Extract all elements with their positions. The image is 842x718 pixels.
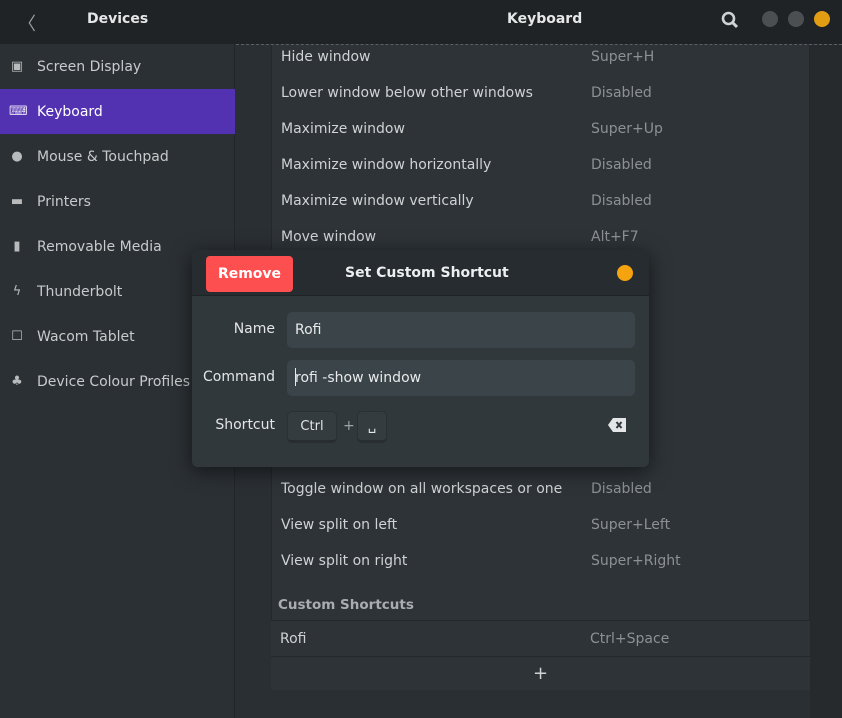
scroll-gutter [810,45,842,718]
plus-icon: + [532,663,549,684]
dialog-header: Remove Set Custom Shortcut [192,250,649,296]
maximize-button[interactable] [788,11,804,27]
media-icon: ▮ [13,239,21,254]
sidebar-item-mouse-touchpad[interactable]: ● Mouse & Touchpad [0,134,235,179]
plus-separator: + [343,418,355,434]
shortcut-row[interactable]: Maximize window Super+Up [272,111,809,147]
sidebar-item-label: Thunderbolt [37,283,123,300]
section-title: Devices [87,11,149,27]
sidebar-item-printers[interactable]: ▬ Printers [0,179,235,224]
search-icon[interactable] [720,10,740,30]
shortcut-row[interactable]: View split on right Super+Right [272,543,809,579]
dialog-title: Set Custom Shortcut [345,265,509,281]
thunderbolt-icon: ϟ [12,284,22,299]
command-input[interactable] [287,360,635,396]
shortcut-name: View split on right [281,553,408,569]
custom-shortcuts-heading: Custom Shortcuts [278,597,414,613]
dialog-close-button[interactable] [617,265,633,281]
shortcut-label: Shortcut [215,417,275,433]
shortcut-name: Maximize window horizontally [281,157,492,173]
remove-button[interactable]: Remove [206,256,293,292]
sidebar-item-label: Keyboard [37,103,103,120]
sidebar-item-label: Mouse & Touchpad [37,148,169,165]
shortcut-value: Disabled [591,481,652,497]
shortcut-name: Move window [281,229,377,245]
shortcut-value: Disabled [591,193,652,209]
keyboard-icon: ⌨ [9,104,28,119]
shortcut-name: Maximize window [281,121,405,137]
tablet-icon: ☐ [11,329,23,344]
mouse-icon: ● [11,149,23,164]
header-bar: 〈 Devices Keyboard [0,0,842,44]
shortcut-name: Rofi [280,631,307,647]
backspace-icon[interactable] [608,418,626,432]
sidebar-item-label: Removable Media [37,238,162,255]
printer-icon: ▬ [10,194,24,209]
add-shortcut-button[interactable]: + [271,656,810,690]
shortcut-row[interactable]: Lower window below other windows Disabled [272,75,809,111]
minimize-button[interactable] [762,11,778,27]
close-button[interactable] [814,11,830,27]
shortcut-value: Super+H [591,49,655,65]
shortcut-value: Super+Up [591,121,663,137]
shortcut-row[interactable]: Hide window Super+H [272,39,809,75]
custom-shortcut-row[interactable]: Rofi Ctrl+Space [271,620,810,656]
shortcut-row[interactable]: Maximize window vertically Disabled [272,183,809,219]
shortcut-name: Toggle window on all workspaces or one [281,481,563,497]
sidebar-item-label: Printers [37,193,91,210]
shortcut-name: View split on left [281,517,398,533]
sidebar-item-label: Device Colour Profiles [37,373,191,390]
shortcut-value: Alt+F7 [591,229,639,245]
display-icon: ▣ [10,59,24,74]
sidebar-item-label: Wacom Tablet [37,328,135,345]
colour-profiles-icon: ♣ [11,374,23,389]
key-ctrl[interactable]: Ctrl [287,411,337,443]
text-cursor [295,368,296,386]
shortcut-value: Disabled [591,85,652,101]
sidebar-item-screen-display[interactable]: ▣ Screen Display [0,44,235,89]
sidebar-item-label: Screen Display [37,58,142,75]
set-custom-shortcut-dialog: Remove Set Custom Shortcut Name Command … [192,250,649,467]
name-label: Name [233,321,275,337]
shortcut-name: Lower window below other windows [281,85,533,101]
chevron-left-icon[interactable]: 〈 [18,10,36,36]
page-title: Keyboard [507,11,583,27]
shortcut-row[interactable]: Toggle window on all workspaces or one Di… [272,471,809,507]
shortcut-row[interactable]: Maximize window horizontally Disabled [272,147,809,183]
key-space[interactable]: ␣ [357,411,387,443]
shortcut-value: Ctrl+Space [590,631,670,647]
sidebar-item-keyboard[interactable]: ⌨ Keyboard [0,89,235,134]
name-input[interactable] [287,312,635,348]
shortcut-value: Super+Right [591,553,681,569]
shortcut-row[interactable]: View split on left Super+Left [272,507,809,543]
shortcut-value: Super+Left [591,517,671,533]
command-label: Command [203,369,275,385]
shortcut-value: Disabled [591,157,652,173]
shortcut-name: Hide window [281,49,371,65]
shortcut-name: Maximize window vertically [281,193,474,209]
